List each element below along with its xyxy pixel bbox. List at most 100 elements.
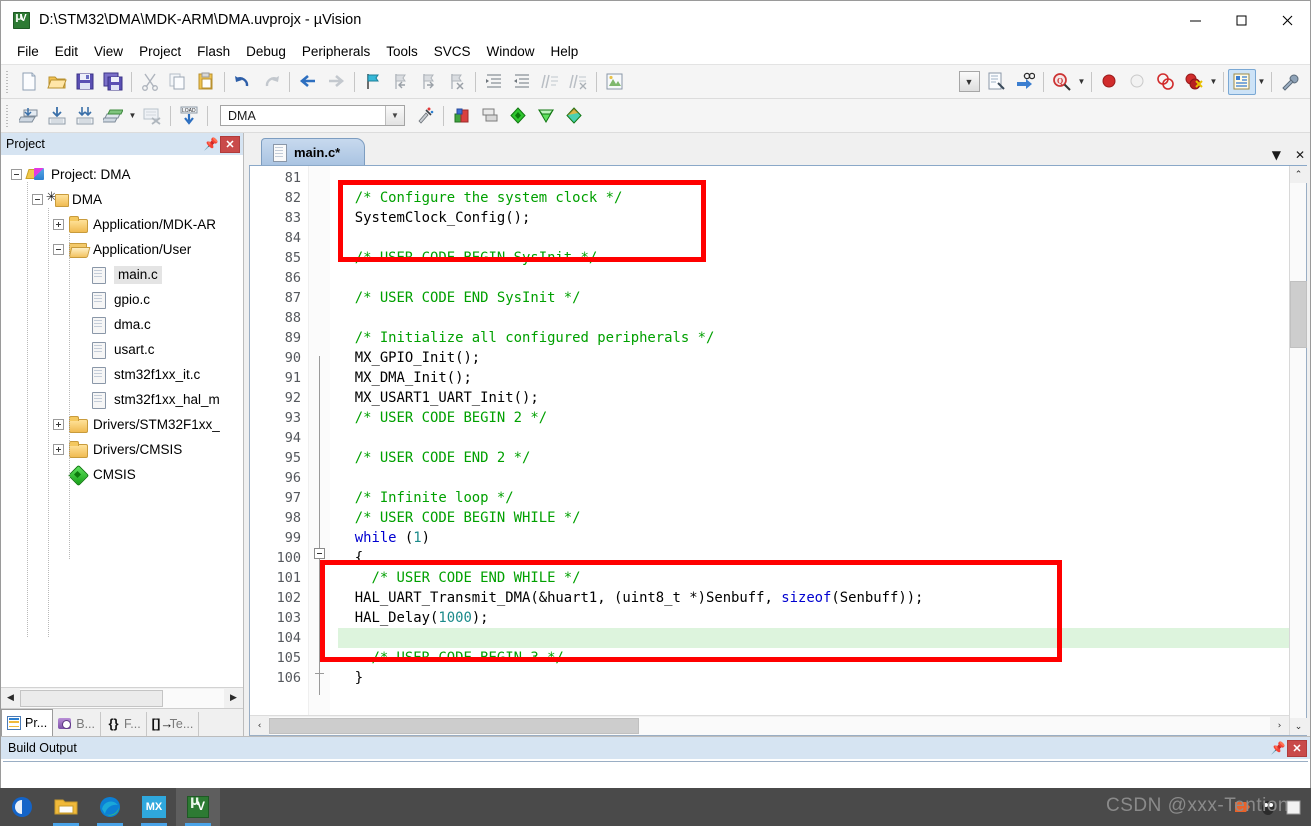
taskbar-item-microsoft-edge[interactable]	[88, 788, 132, 826]
expand-icon[interactable]	[53, 419, 64, 430]
insert-breakpoint-icon[interactable]	[1096, 69, 1124, 95]
pin-icon-build[interactable]: 📌	[1269, 739, 1287, 757]
expand-icon[interactable]	[53, 444, 64, 455]
panel-tab-f[interactable]: {} F...	[101, 712, 147, 736]
cut-icon[interactable]	[136, 69, 164, 95]
collapse-icon[interactable]	[32, 194, 43, 205]
find-icon[interactable]: Q	[1048, 69, 1076, 95]
uncomment-icon[interactable]	[564, 69, 592, 95]
menu-item-help[interactable]: Help	[543, 41, 587, 62]
minimize-button[interactable]	[1172, 1, 1218, 39]
open-file-icon[interactable]	[43, 69, 71, 95]
tree-item-dma[interactable]: DMA	[1, 187, 243, 212]
menu-item-tools[interactable]: Tools	[378, 41, 426, 62]
kill-all-breakpoints-icon[interactable]	[1180, 69, 1208, 95]
code-folding-margin[interactable]	[308, 166, 330, 715]
menu-item-window[interactable]: Window	[478, 41, 542, 62]
pin-icon[interactable]: 📌	[202, 135, 220, 153]
run-time-environment-icon[interactable]	[532, 103, 560, 129]
code-scroll-right-arrow[interactable]: ›	[1270, 716, 1289, 735]
code-editor[interactable]: 81 82 83 84 85 86 87 88 89 90 91 92 93 94 95 96 97 98 99 10…	[249, 166, 1307, 736]
find-in-files-icon[interactable]	[1011, 69, 1039, 95]
scroll-left-arrow[interactable]: ◀	[1, 688, 20, 708]
tree-item-cmsis[interactable]: CMSIS	[1, 462, 243, 487]
code-hscroll-track[interactable]	[269, 716, 1270, 735]
save-icon[interactable]	[71, 69, 99, 95]
code-line[interactable]	[338, 268, 1289, 288]
menu-item-svcs[interactable]: SVCS	[426, 41, 479, 62]
taskbar-item-stm32cubemx[interactable]: MX	[132, 788, 176, 826]
manage-windows-icon[interactable]	[1228, 68, 1256, 95]
code-line[interactable]	[338, 228, 1289, 248]
scroll-track[interactable]	[20, 688, 224, 708]
chevron-down-icon[interactable]: ▼	[385, 106, 404, 125]
windows-dropdown-icon[interactable]: ▼	[1256, 69, 1267, 95]
panel-tab-te[interactable]: []→ Te...	[147, 712, 200, 736]
taskbar-item-file-explorer[interactable]	[44, 788, 88, 826]
fold-box-100[interactable]	[314, 548, 325, 559]
code-line[interactable]	[338, 628, 1289, 648]
indent-icon[interactable]	[480, 69, 508, 95]
code-line[interactable]: {	[338, 548, 1289, 568]
code-viewport[interactable]: 81 82 83 84 85 86 87 88 89 90 91 92 93 94 95 96 97 98 99 10…	[250, 166, 1289, 735]
target-options-icon[interactable]	[411, 103, 439, 129]
toolbar-grip-2[interactable]	[5, 104, 12, 127]
navigate-forward-icon[interactable]	[322, 69, 350, 95]
collapse-icon[interactable]	[53, 244, 64, 255]
code-vscroll-track[interactable]	[1290, 183, 1307, 718]
code-horizontal-scrollbar[interactable]: ‹ ›	[250, 715, 1289, 735]
pack-installer-icon[interactable]	[504, 103, 532, 129]
code-line[interactable]: /* USER CODE END WHILE */	[338, 568, 1289, 588]
code-line[interactable]: /* USER CODE BEGIN SysInit */	[338, 248, 1289, 268]
find-dropdown-icon[interactable]: ▼	[1076, 69, 1087, 95]
tree-item-main-c[interactable]: main.c	[1, 262, 243, 287]
code-line[interactable]	[338, 168, 1289, 188]
configure-icon[interactable]	[1276, 69, 1304, 95]
save-all-icon[interactable]	[99, 69, 127, 95]
tree-item-gpio-c[interactable]: gpio.c	[1, 287, 243, 312]
undo-icon[interactable]	[229, 69, 257, 95]
menu-item-peripherals[interactable]: Peripherals	[294, 41, 378, 62]
maximize-button[interactable]	[1218, 1, 1264, 39]
code-line[interactable]: MX_DMA_Init();	[338, 368, 1289, 388]
tree-item-application-user[interactable]: Application/User	[1, 237, 243, 262]
code-line[interactable]: /* Infinite loop */	[338, 488, 1289, 508]
menu-item-file[interactable]: File	[9, 41, 47, 62]
toolbar-grip[interactable]	[5, 70, 12, 93]
batch-build-icon[interactable]	[99, 103, 127, 129]
outdent-icon[interactable]	[508, 69, 536, 95]
code-line[interactable]: /* USER CODE BEGIN WHILE */	[338, 508, 1289, 528]
comment-icon[interactable]	[536, 69, 564, 95]
insert-file-icon[interactable]	[601, 69, 629, 95]
build-output-content[interactable]	[3, 761, 1308, 786]
tree-item-dma-c[interactable]: dma.c	[1, 312, 243, 337]
breakpoints-dropdown-icon[interactable]: ▼	[1208, 69, 1219, 95]
menu-item-debug[interactable]: Debug	[238, 41, 294, 62]
code-line[interactable]: MX_USART1_UART_Init();	[338, 388, 1289, 408]
pack-manage-icon[interactable]	[560, 103, 588, 129]
panel-tab-b[interactable]: B...	[53, 712, 101, 736]
code-line[interactable]: /* Configure the system clock */	[338, 188, 1289, 208]
dropdown-toggle-icon[interactable]: ▼	[955, 69, 983, 95]
code-line[interactable]: /* USER CODE BEGIN 3 */	[338, 648, 1289, 668]
target-selector[interactable]: DMA ▼	[220, 105, 405, 126]
menu-item-flash[interactable]: Flash	[189, 41, 238, 62]
project-horizontal-scrollbar[interactable]: ◀ ▶	[1, 687, 243, 708]
code-line[interactable]	[338, 428, 1289, 448]
tree-item-drivers-cmsis[interactable]: Drivers/CMSIS	[1, 437, 243, 462]
code-line[interactable]: /* Initialize all configured peripherals…	[338, 328, 1289, 348]
code-text[interactable]: /* Configure the system clock */ SystemC…	[330, 166, 1289, 715]
rebuild-icon[interactable]	[71, 103, 99, 129]
batch-build-dropdown-icon[interactable]: ▼	[127, 103, 138, 129]
expand-icon[interactable]	[53, 219, 64, 230]
collapse-icon[interactable]	[11, 169, 22, 180]
code-line[interactable]: while (1)	[338, 528, 1289, 548]
redo-icon[interactable]	[257, 69, 285, 95]
code-scroll-up-arrow[interactable]: ⌃	[1290, 166, 1307, 183]
code-hscroll-thumb[interactable]	[269, 717, 639, 734]
close-button[interactable]	[1264, 1, 1310, 39]
tree-item-application-mdk-ar[interactable]: Application/MDK-AR	[1, 212, 243, 237]
panel-tab-pr[interactable]: Pr...	[1, 709, 54, 736]
download-icon[interactable]: LOAD	[175, 103, 203, 129]
manage-multi-project-icon[interactable]	[476, 103, 504, 129]
